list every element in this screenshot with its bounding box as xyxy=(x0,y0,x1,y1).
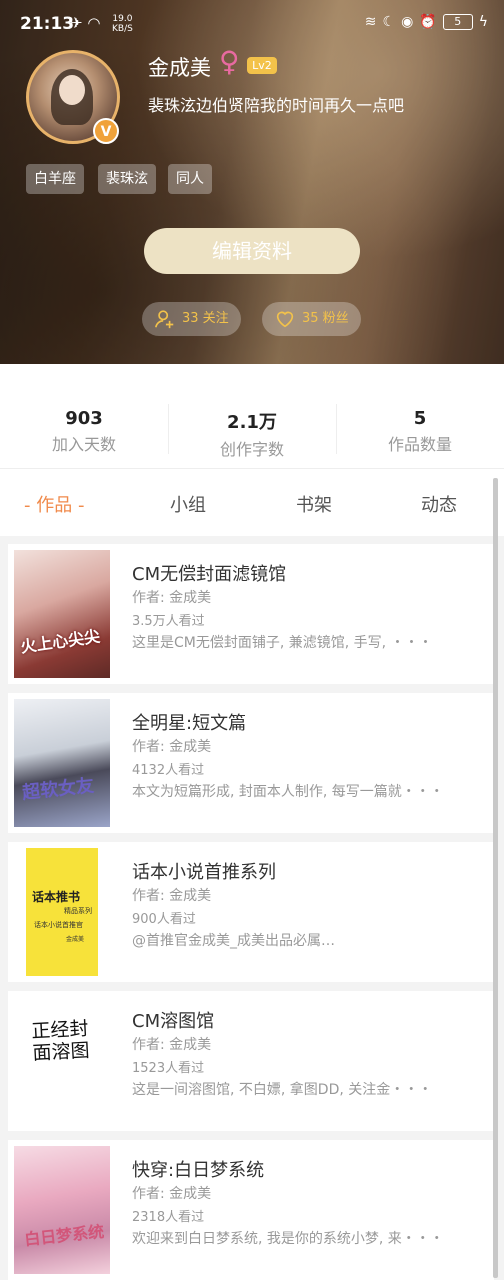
work-desc: 这是一间溶图馆, 不白嫖, 拿图DD, 关注金・・・ xyxy=(132,1082,433,1098)
lock-icon: ◉ xyxy=(401,14,414,30)
work-title: 全明星:短文篇 xyxy=(132,713,247,734)
work-views: 3.5万人看过 xyxy=(132,614,205,629)
work-title: CM溶图馆 xyxy=(132,1011,215,1032)
alarm-icon: ⏰ xyxy=(419,14,437,30)
level-badge: Lv2 xyxy=(247,57,277,74)
work-author: 作者: 金成美 xyxy=(132,739,212,755)
work-desc: @首推官金成美_成美出品必属… xyxy=(132,933,335,949)
work-title: CM无偿封面滤镜馆 xyxy=(132,564,287,585)
work-title: 快穿:白日梦系统 xyxy=(132,1160,265,1181)
tab-bookshelf[interactable]: 书架 xyxy=(296,491,332,517)
work-views: 900人看过 xyxy=(132,912,196,927)
charging-icon: ϟ xyxy=(478,14,488,30)
net-speed: 19.0 KB/S xyxy=(112,14,133,34)
female-gender-icon: ♀ xyxy=(219,45,240,78)
stat-works-count: 5 作品数量 xyxy=(336,364,504,468)
work-author: 作者: 金成美 xyxy=(132,590,212,606)
tag-item[interactable]: 同人 xyxy=(168,164,212,194)
work-cover: 白日梦系统 xyxy=(14,1146,110,1274)
status-right-icons: ≋ ☾ ◉ ⏰ 5 ϟ xyxy=(365,14,488,30)
profile-header: 21:13 ✈ ◠ 19.0 KB/S ≋ ☾ ◉ ⏰ 5 ϟ V 金成美 ♀ … xyxy=(0,0,504,364)
tag-item[interactable]: 白羊座 xyxy=(26,164,84,194)
status-time: 21:13 xyxy=(20,14,75,34)
followers-button[interactable]: 35 粉丝 xyxy=(262,302,361,336)
work-views: 4132人看过 xyxy=(132,763,205,778)
person-plus-icon xyxy=(155,310,174,329)
work-card[interactable]: 话本推书 精品系列 话本小说首推官 金成美 话本小说首推系列 作者: 金成美 9… xyxy=(8,842,494,982)
work-card[interactable]: 火上心尖尖 CM无偿封面滤镜馆 作者: 金成美 3.5万人看过 这里是CM无偿封… xyxy=(8,544,494,684)
work-views: 1523人看过 xyxy=(132,1061,205,1076)
work-card[interactable]: 正经封面溶图 CM溶图馆 作者: 金成美 1523人看过 这是一间溶图馆, 不白… xyxy=(8,991,494,1131)
stats-bar: 903 加入天数 2.1万 创作字数 5 作品数量 xyxy=(0,364,504,468)
work-desc: 本文为短篇形成, 封面本人制作, 每写一篇就・・・ xyxy=(132,784,444,800)
work-cover: 正经封面溶图 xyxy=(14,997,110,1125)
work-cover: 话本推书 精品系列 话本小说首推官 金成美 xyxy=(14,848,110,976)
heart-icon xyxy=(276,311,294,328)
work-card[interactable]: 白日梦系统 快穿:白日梦系统 作者: 金成美 2318人看过 欢迎来到白日梦系统… xyxy=(8,1140,494,1280)
tab-groups[interactable]: 小组 xyxy=(170,491,206,517)
tab-works[interactable]: - 作品 - xyxy=(24,491,84,517)
work-author: 作者: 金成美 xyxy=(132,1186,212,1202)
battery-icon: 5 xyxy=(442,14,473,30)
verified-badge-icon: V xyxy=(93,118,119,144)
work-author: 作者: 金成美 xyxy=(132,888,212,904)
moon-icon: ☾ xyxy=(382,14,396,30)
work-desc: 这里是CM无偿封面铺子, 兼滤镜馆, 手写, ・・・ xyxy=(132,635,433,651)
signature: 裴珠泫边伯贤陪我的时间再久一点吧 xyxy=(148,96,405,115)
tab-bar: - 作品 - 小组 书架 动态 xyxy=(0,468,504,536)
work-author: 作者: 金成美 xyxy=(132,1037,212,1053)
airplane-wifi-icons: ✈ ◠ xyxy=(70,14,101,32)
tag-item[interactable]: 裴珠泫 xyxy=(98,164,156,194)
status-bar: 21:13 ✈ ◠ 19.0 KB/S ≋ ☾ ◉ ⏰ 5 ϟ xyxy=(0,0,504,48)
work-views: 2318人看过 xyxy=(132,1210,205,1225)
work-cover: 火上心尖尖 xyxy=(14,550,110,678)
work-title: 话本小说首推系列 xyxy=(132,862,276,883)
scrollbar[interactable] xyxy=(493,478,498,1278)
following-button[interactable]: 33 关注 xyxy=(142,302,241,336)
work-cover: 超软女友 xyxy=(14,699,110,827)
username: 金成美 xyxy=(148,56,211,80)
stat-word-count: 2.1万 创作字数 xyxy=(168,364,336,468)
edit-profile-button[interactable]: 编辑资料 xyxy=(144,228,360,274)
work-card[interactable]: 超软女友 全明星:短文篇 作者: 金成美 4132人看过 本文为短篇形成, 封面… xyxy=(8,693,494,833)
stat-join-days: 903 加入天数 xyxy=(51,408,116,454)
work-desc: 欢迎来到白日梦系统, 我是你的系统小梦, 来・・・ xyxy=(132,1231,444,1247)
tab-activity[interactable]: 动态 xyxy=(421,491,457,517)
vibrate-icon: ≋ xyxy=(364,14,377,30)
